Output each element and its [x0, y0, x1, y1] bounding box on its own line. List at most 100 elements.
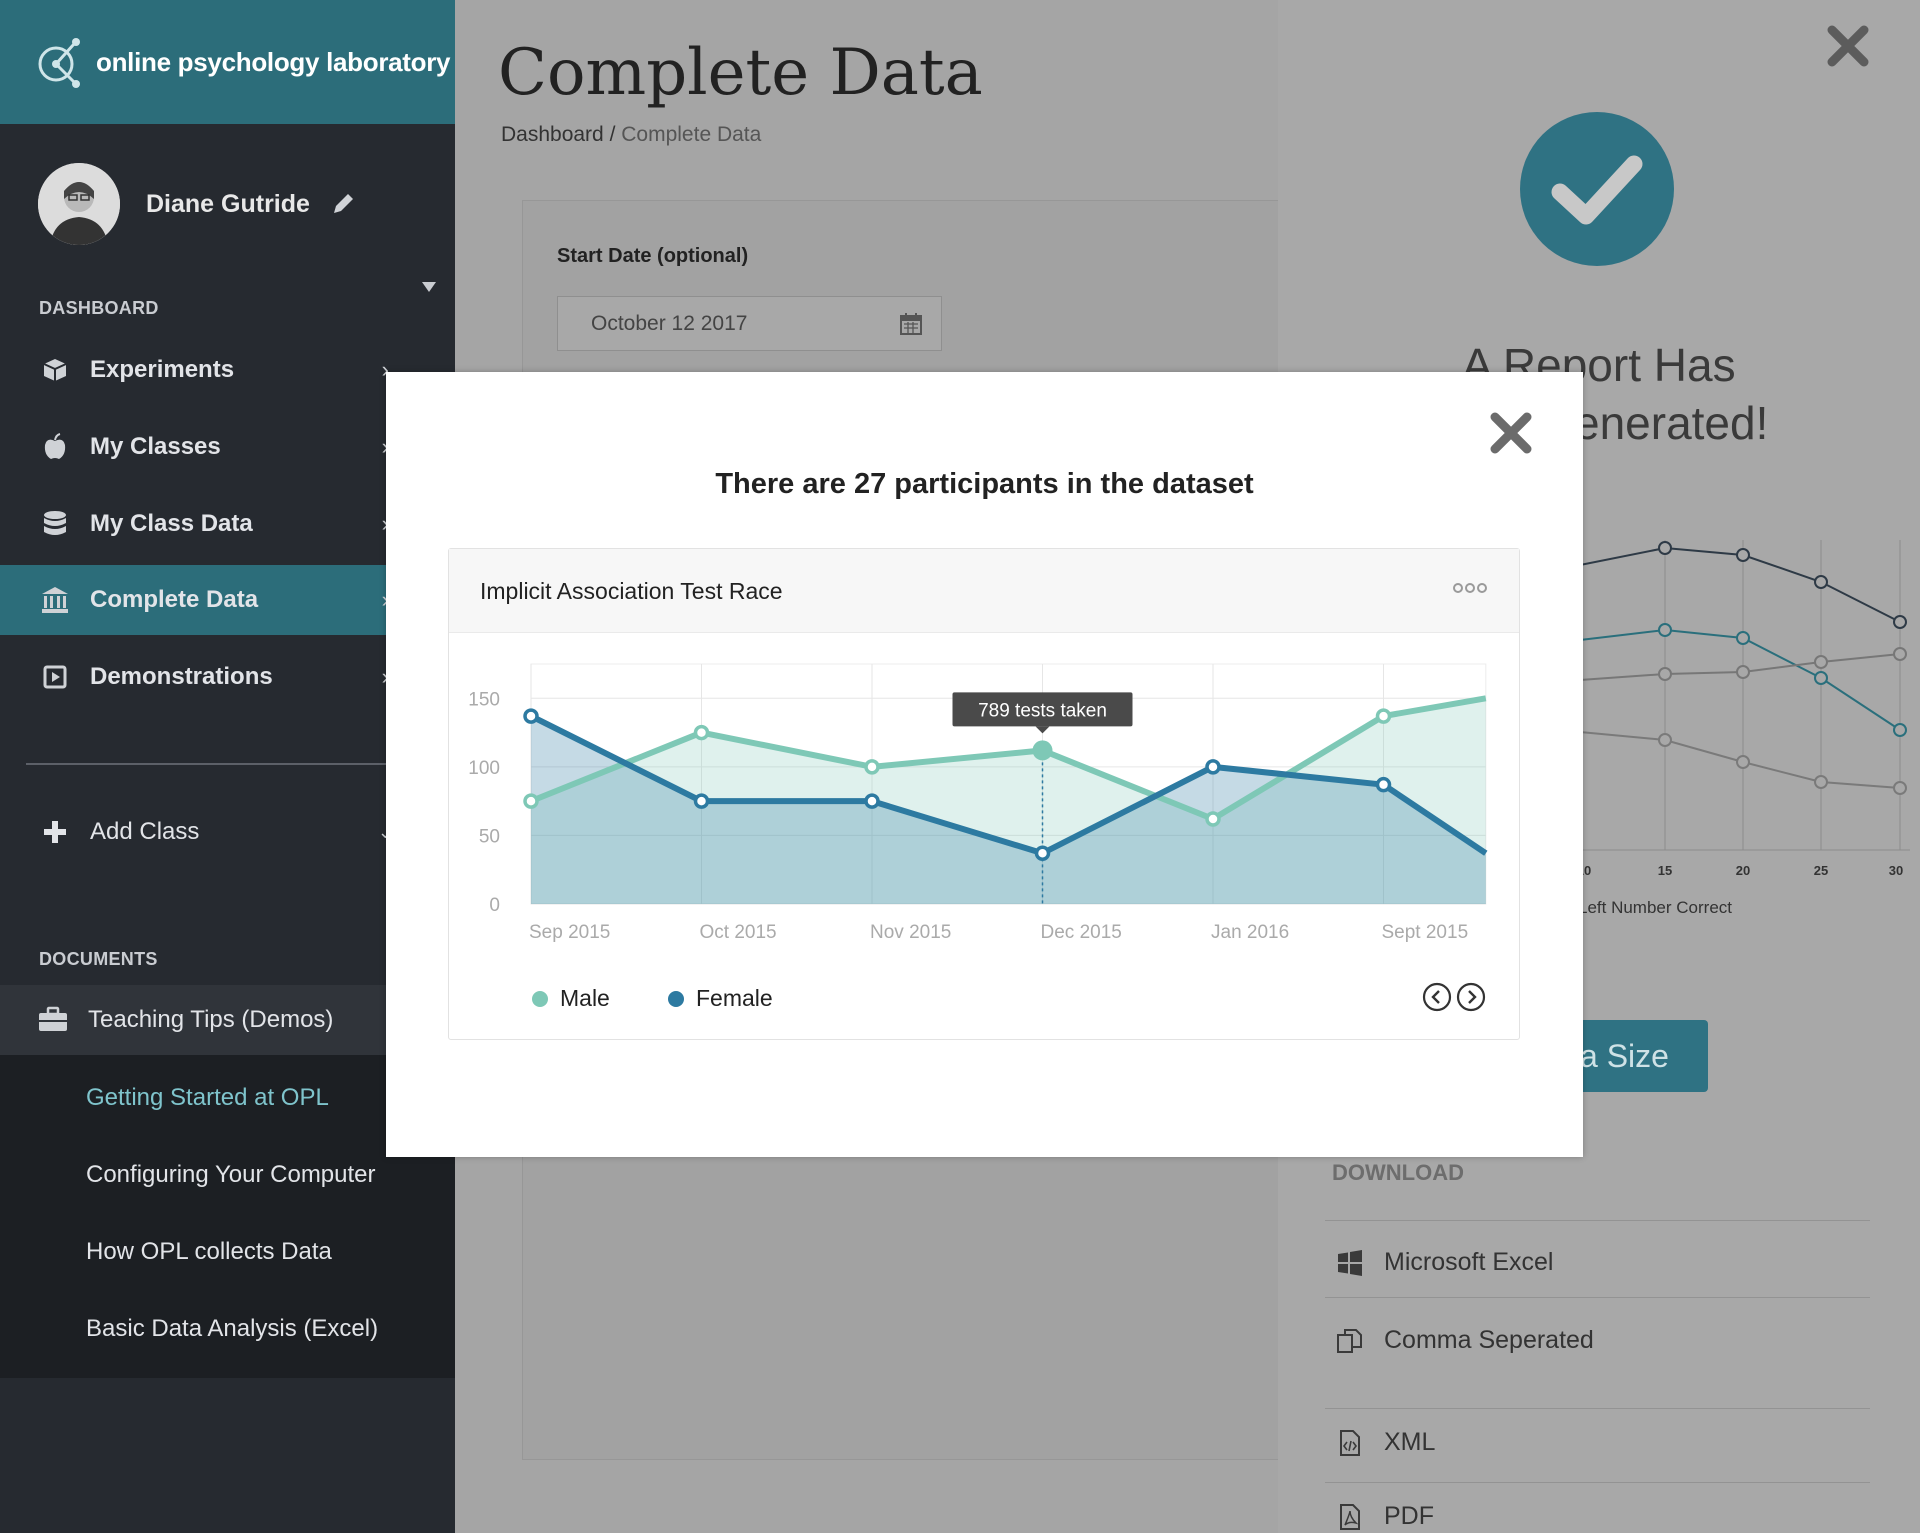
briefcase-icon	[39, 1006, 67, 1031]
calendar-icon[interactable]	[899, 312, 923, 336]
female-point	[1034, 845, 1051, 862]
download-excel-label: Microsoft Excel	[1384, 1248, 1554, 1276]
download-section-label: DOWNLOAD	[1332, 1160, 1464, 1185]
database-icon	[40, 509, 70, 539]
download-xml-label: XML	[1384, 1428, 1436, 1456]
report-preview-chart: 10 15 20 25 30	[1580, 540, 1910, 878]
sidebar-item-label: Complete Data	[90, 586, 259, 613]
divider	[1325, 1482, 1870, 1483]
doc-link-getting-started[interactable]: Getting Started at OPL	[86, 1084, 329, 1112]
male-point	[523, 793, 539, 809]
start-date-value: October 12 2017	[591, 311, 748, 335]
copy-icon	[1337, 1328, 1362, 1353]
divider	[1325, 1297, 1870, 1298]
y-tick-label: 150	[468, 689, 500, 710]
tooltip-text: 789 tests taken	[978, 700, 1107, 721]
divider	[1325, 1220, 1870, 1221]
male-point	[864, 759, 880, 775]
divider	[1325, 1408, 1870, 1409]
y-tick-label: 50	[479, 826, 500, 847]
x-tick-label: Nov 2015	[870, 922, 951, 943]
y-tick-label: 100	[468, 758, 500, 779]
user-profile: Diane Gutride	[0, 124, 455, 284]
start-date-label: Start Date (optional)	[557, 245, 749, 267]
pencil-icon[interactable]	[330, 191, 356, 217]
chevron-right-circle-icon[interactable]	[1456, 982, 1486, 1012]
legend-male-label: Male	[560, 985, 610, 1011]
doc-link-data-collection[interactable]: How OPL collects Data	[86, 1238, 332, 1266]
plus-icon	[40, 817, 70, 847]
download-csv[interactable]: Comma Seperated	[1336, 1326, 1594, 1355]
modal-close-icon[interactable]	[1488, 410, 1534, 456]
report-axis-label: Left Number Correct	[1578, 898, 1732, 917]
female-point	[523, 708, 539, 724]
avatar[interactable]	[38, 163, 120, 245]
x-tick-label: Sept 2015	[1382, 922, 1469, 943]
play-square-icon	[40, 662, 70, 692]
dashboard-section-label: DASHBOARD	[39, 298, 159, 318]
iat-race-chart: 0 50 100 150 Sep 2015 Oct 2015 Nov 2015 Dec 20…	[468, 663, 1488, 943]
data-size-label: a Size	[1580, 1037, 1669, 1074]
legend-male[interactable]: Male	[532, 985, 610, 1012]
sidebar-item-label: Experiments	[90, 356, 235, 383]
female-point	[1375, 776, 1392, 793]
male-point	[693, 724, 710, 741]
download-csv-label: Comma Seperated	[1384, 1326, 1594, 1354]
x-tick-label: Sep 2015	[529, 922, 610, 943]
more-options-icon[interactable]	[1450, 580, 1490, 596]
user-name: Diane Gutride	[146, 189, 310, 218]
male-point	[1205, 811, 1221, 827]
legend-dot-male	[532, 990, 548, 1007]
cube-icon	[40, 355, 70, 385]
start-date-input[interactable]: October 12 2017	[557, 296, 942, 351]
legend-female-label: Female	[696, 985, 773, 1011]
chart-title: Implicit Association Test Race	[480, 578, 783, 604]
female-point	[1205, 759, 1221, 775]
file-pdf-icon	[1340, 1503, 1360, 1530]
windows-icon	[1338, 1249, 1362, 1276]
page-title: Complete Data	[498, 36, 983, 110]
download-excel[interactable]: Microsoft Excel	[1336, 1248, 1553, 1277]
sidebar-item-label: Demonstrations	[90, 663, 273, 690]
female-point	[693, 793, 710, 809]
bg-tick: 30	[1889, 863, 1903, 878]
x-tick-label: Jan 2016	[1211, 922, 1289, 943]
male-point	[1032, 740, 1053, 761]
breadcrumb-current: Complete Data	[621, 123, 762, 146]
doc-link-configuring[interactable]: Configuring Your Computer	[86, 1161, 376, 1189]
download-pdf-label: PDF	[1384, 1502, 1434, 1530]
file-code-icon	[1340, 1429, 1360, 1456]
male-point	[1375, 708, 1392, 724]
bg-tick: 20	[1736, 863, 1750, 878]
y-tick-label: 0	[489, 895, 500, 916]
sidebar-item-label: My Class Data	[90, 510, 253, 537]
breadcrumb: Dashboard / Complete Data	[501, 123, 761, 147]
brand-bar[interactable]: online psychology laboratory	[0, 0, 455, 124]
caret-down-icon[interactable]	[422, 282, 436, 292]
female-point	[864, 793, 880, 809]
bg-tick: 25	[1814, 863, 1828, 878]
legend-dot-female	[668, 990, 684, 1007]
add-class-label: Add Class	[90, 818, 200, 845]
chevron-left-circle-icon[interactable]	[1422, 982, 1452, 1012]
download-xml[interactable]: XML	[1336, 1428, 1435, 1457]
x-tick-label: Dec 2015	[1041, 922, 1122, 943]
modal-heading: There are 27 participants in the dataset	[715, 468, 1254, 500]
documents-group-label: Teaching Tips (Demos)	[88, 1006, 334, 1033]
breadcrumb-root[interactable]: Dashboard /	[501, 123, 615, 146]
sidebar-item-label: My Classes	[90, 433, 221, 460]
documents-section-label: DOCUMENTS	[39, 949, 158, 969]
bank-icon	[40, 585, 70, 615]
opl-logo-icon	[38, 38, 80, 88]
brand-name: online psychology laboratory	[96, 46, 451, 77]
bg-tick: 15	[1658, 863, 1672, 878]
chart-tooltip: 789 tests taken	[952, 692, 1133, 734]
apple-icon	[40, 432, 70, 462]
close-icon[interactable]	[1826, 24, 1870, 68]
doc-link-basic-analysis[interactable]: Basic Data Analysis (Excel)	[86, 1315, 378, 1343]
legend-female[interactable]: Female	[668, 985, 773, 1012]
download-pdf[interactable]: PDF	[1336, 1502, 1434, 1531]
x-tick-label: Oct 2015	[700, 922, 777, 943]
sidebar-divider	[26, 763, 426, 765]
success-check-icon	[1520, 112, 1674, 266]
